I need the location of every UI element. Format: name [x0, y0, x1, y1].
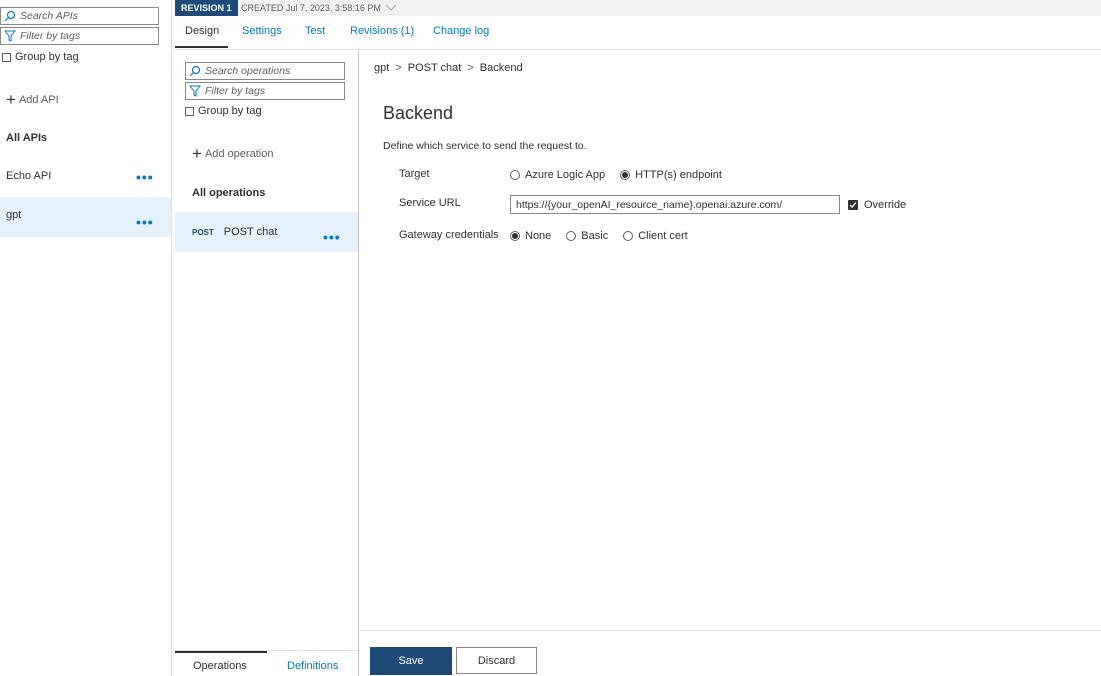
discard-button[interactable]: Discard [456, 647, 537, 674]
checkmark-icon[interactable] [848, 200, 858, 210]
add-operation-button[interactable]: + Add operation [192, 145, 273, 162]
radio-button-checked[interactable] [510, 231, 520, 241]
target-option-logic-app[interactable]: Azure Logic App [510, 169, 605, 181]
override-label: Override [864, 199, 907, 211]
chevron-down-icon [385, 4, 397, 11]
breadcrumb-separator: > [395, 62, 402, 74]
operation-item-post-chat[interactable]: POST POST chat ••• [175, 212, 358, 252]
breadcrumb-separator: > [467, 62, 474, 74]
tab-operations[interactable]: Operations [193, 660, 247, 672]
tab-settings[interactable]: Settings [242, 25, 282, 37]
page-title: Backend [383, 103, 454, 123]
active-bottom-tab-indicator [175, 651, 267, 653]
add-api-label: Add API [18, 93, 59, 106]
target-radio-group: Azure Logic App HTTP(s) endpoint [510, 169, 737, 181]
radio-button[interactable] [510, 170, 520, 180]
service-url-input[interactable] [510, 195, 840, 214]
http-method-badge: POST [192, 227, 214, 237]
checkbox-box[interactable] [2, 52, 11, 62]
operations-bottom-tabs: Operations Definitions [175, 650, 358, 676]
filter-apis-placeholder: Filter by tags [20, 30, 81, 42]
group-by-tag-label: Group by tag [198, 105, 262, 117]
operation-name: POST chat [223, 226, 278, 238]
revision-created-dropdown[interactable]: CREATED Jul 7, 2023, 3:58:16 PM [241, 0, 397, 16]
search-icon [4, 10, 16, 22]
tab-test[interactable]: Test [305, 25, 325, 37]
search-operations-placeholder: Search operations [205, 65, 291, 77]
filter-operations-input[interactable]: Filter by tags [185, 82, 345, 100]
all-apis-heading: All APIs [6, 132, 48, 144]
add-api-button[interactable]: + Add API [6, 91, 59, 108]
credentials-option-none[interactable]: None [510, 230, 551, 242]
radio-label: Client cert [638, 230, 688, 242]
page-description: Define which service to send the request… [383, 140, 587, 152]
search-operations-input[interactable]: Search operations [185, 62, 345, 80]
override-checkbox[interactable]: Override [848, 199, 906, 211]
filter-operations-placeholder: Filter by tags [205, 85, 266, 97]
tab-change-log[interactable]: Change log [433, 25, 489, 37]
radio-button[interactable] [566, 231, 577, 241]
group-by-tag-label: Group by tag [15, 51, 79, 63]
credentials-option-client-cert[interactable]: Client cert [623, 230, 688, 242]
service-url-label: Service URL [399, 197, 461, 209]
filter-apis-input[interactable]: Filter by tags [0, 27, 159, 45]
more-options-icon[interactable]: ••• [323, 230, 341, 244]
save-button[interactable]: Save [370, 647, 452, 675]
radio-label: None [525, 230, 552, 242]
radio-button-checked[interactable] [620, 170, 631, 180]
tab-bar: Design Settings Test Revisions (1) Chang… [175, 16, 1101, 50]
plus-icon: + [6, 90, 16, 109]
radio-button[interactable] [623, 231, 634, 241]
more-options-icon[interactable]: ••• [136, 215, 154, 229]
api-item-gpt[interactable]: gpt ••• [0, 197, 171, 237]
group-by-tag-checkbox[interactable]: Group by tag [185, 105, 262, 117]
api-item-label: gpt [6, 209, 22, 221]
gateway-credentials-radio-group: None Basic Client cert [510, 230, 703, 242]
search-apis-input[interactable]: Search APIs [0, 7, 159, 25]
credentials-option-basic[interactable]: Basic [566, 230, 608, 242]
gateway-credentials-label: Gateway credentials [399, 229, 499, 241]
api-list-pane: Search APIs Filter by tags Group by tag … [0, 0, 172, 676]
target-option-http-endpoint[interactable]: HTTP(s) endpoint [620, 169, 722, 181]
filter-icon [189, 85, 201, 97]
api-item-label: Echo API [6, 170, 52, 182]
revision-bar: REVISION 1 CREATED Jul 7, 2023, 3:58:16 … [175, 0, 1101, 16]
breadcrumb-current: Backend [479, 62, 523, 74]
more-options-icon[interactable]: ••• [136, 170, 154, 184]
breadcrumb: gpt > POST chat > Backend [374, 62, 523, 74]
radio-label: HTTP(s) endpoint [635, 169, 722, 181]
checkbox-box[interactable] [185, 106, 194, 116]
add-operation-label: Add operation [204, 147, 274, 160]
search-icon [189, 65, 201, 77]
search-apis-placeholder: Search APIs [20, 10, 78, 22]
all-operations-heading: All operations [192, 187, 266, 199]
breadcrumb-operation[interactable]: POST chat [408, 62, 462, 74]
active-tab-indicator [175, 46, 228, 48]
api-item-echo[interactable]: Echo API ••• [0, 156, 171, 196]
filter-icon [4, 30, 16, 42]
revision-badge: REVISION 1 [175, 0, 238, 16]
breadcrumb-api[interactable]: gpt [374, 62, 389, 74]
radio-label: Basic [581, 230, 609, 242]
tab-design[interactable]: Design [185, 25, 219, 37]
plus-icon: + [192, 144, 202, 163]
radio-label: Azure Logic App [525, 169, 606, 181]
target-label: Target [399, 168, 430, 180]
form-footer: Save Discard [360, 630, 1101, 676]
group-by-tag-checkbox[interactable]: Group by tag [2, 51, 79, 63]
tab-revisions[interactable]: Revisions (1) [350, 25, 414, 37]
backend-editor: gpt > POST chat > Backend Backend Define… [360, 50, 1101, 676]
operations-pane: Search operations Filter by tags Group b… [175, 50, 359, 676]
revision-created-text: CREATED Jul 7, 2023, 3:58:16 PM [241, 3, 381, 13]
tab-definitions[interactable]: Definitions [287, 660, 338, 672]
